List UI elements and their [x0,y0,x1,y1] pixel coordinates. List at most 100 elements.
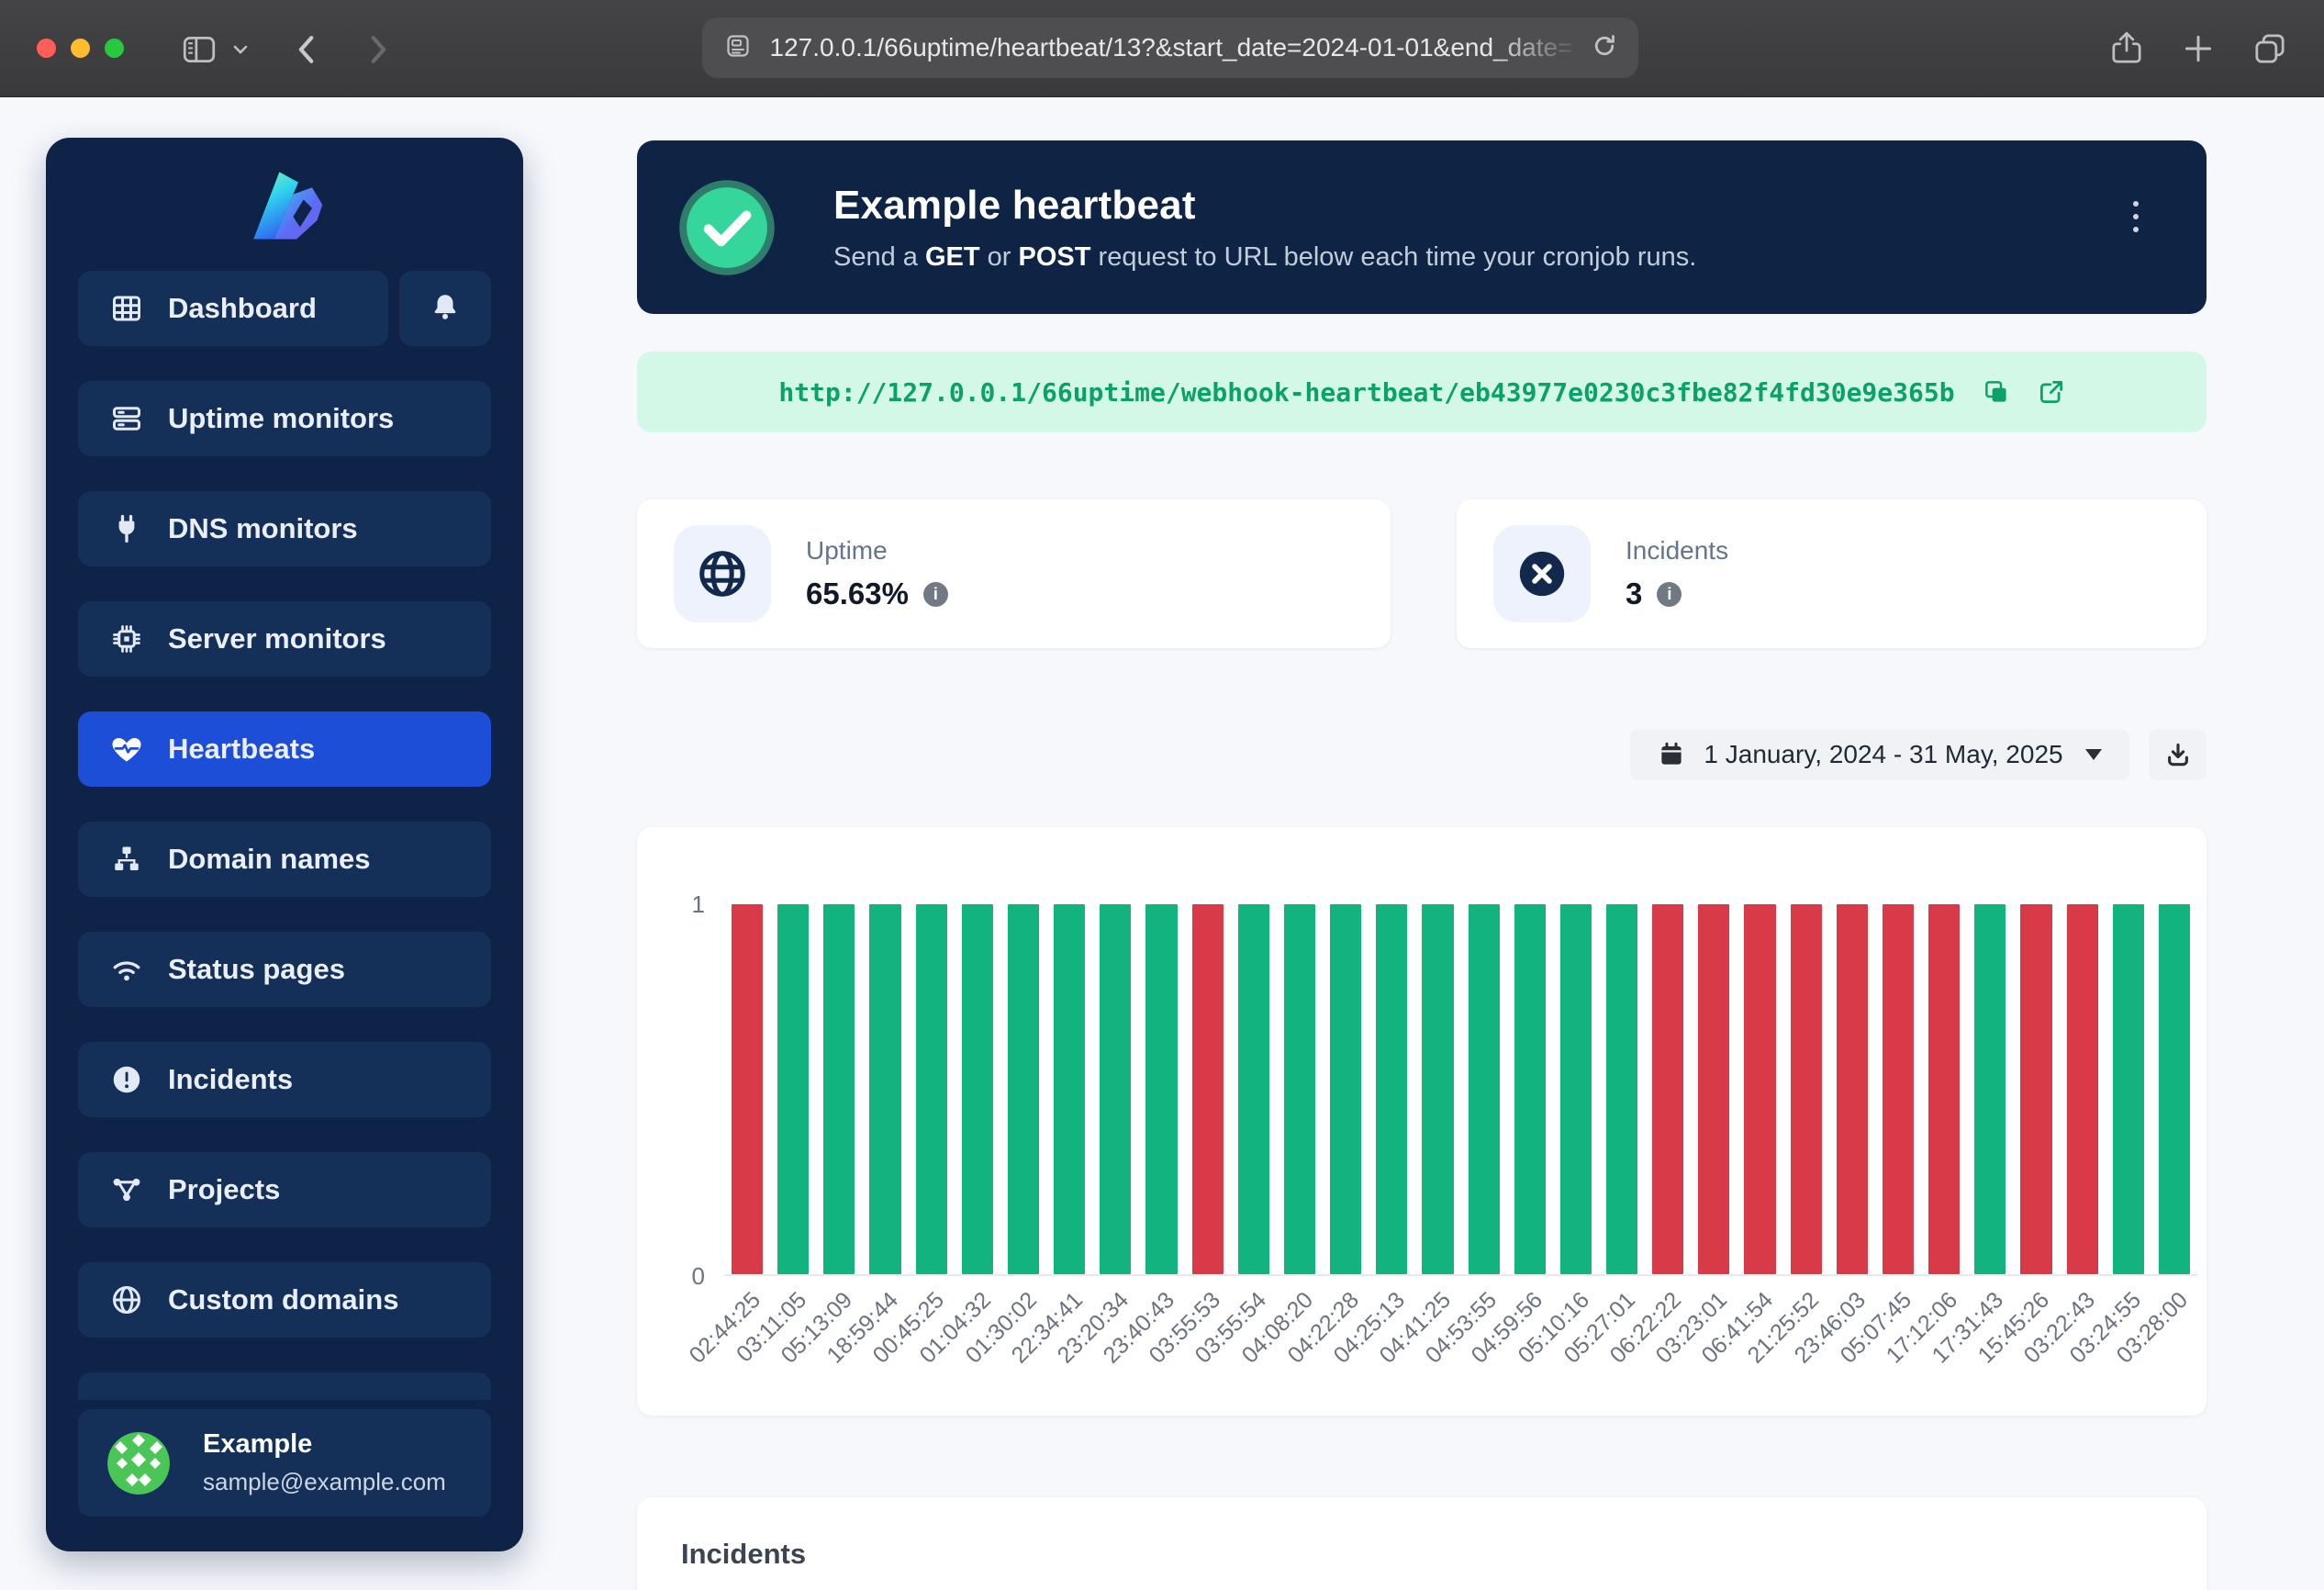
wifi-icon [109,952,144,987]
globe-icon [696,547,749,600]
sidebar-item-heartbeats[interactable]: Heartbeats [78,711,491,787]
incidents-section-title: Incidents [681,1538,2162,1571]
chart-bar-down[interactable] [1791,904,1822,1274]
back-button[interactable] [292,31,323,68]
incidents-section: Incidents [637,1497,2207,1590]
chart-bar-up[interactable] [2113,904,2144,1274]
sidebar-item-server-monitors[interactable]: Server monitors [78,601,491,677]
circle-x-icon [1515,547,1569,600]
sidebar-item-incidents[interactable]: Incidents [78,1042,491,1117]
plug-icon [109,511,144,546]
chart-bar-up[interactable] [916,904,947,1274]
chevron-down-icon[interactable] [231,40,250,59]
chart-bar-up[interactable] [2159,904,2190,1274]
notifications-button[interactable] [399,271,491,346]
external-link-icon[interactable] [2038,378,2065,406]
date-range-picker[interactable]: 1 January, 2024 - 31 May, 2025 [1630,729,2129,780]
chart-bar-down[interactable] [1837,904,1868,1274]
date-range-text: 1 January, 2024 - 31 May, 2025 [1704,740,2062,769]
window-controls [37,39,124,58]
webhook-url[interactable]: http://127.0.0.1/66uptime/webhook-heartb… [778,377,1954,408]
sidebar-item-projects[interactable]: Projects [78,1152,491,1227]
chart-bar-down[interactable] [1698,904,1729,1274]
chart-bar-up[interactable] [1054,904,1085,1274]
chart-bar-down[interactable] [1192,904,1223,1274]
calendar-icon [1658,741,1685,768]
sidebar-toggle-icon[interactable] [180,30,218,69]
chart-bar-up[interactable] [1974,904,2006,1274]
share-nodes-icon [109,1172,144,1207]
incidents-stat-card: Incidents 3 i [1457,499,2207,648]
chart-bar-up[interactable] [1469,904,1500,1274]
chart-bar-up[interactable] [1330,904,1361,1274]
copy-icon[interactable] [1983,378,2010,406]
app-logo [243,163,326,246]
chart-bar-down[interactable] [1883,904,1914,1274]
chart-bar-up[interactable] [1100,904,1131,1274]
incidents-icon-tile [1493,525,1591,622]
tab-overview-icon[interactable] [2251,29,2289,73]
chart-bar-up[interactable] [1238,904,1269,1274]
chart-bar-down[interactable] [1744,904,1775,1274]
sidebar-item-status-pages[interactable]: Status pages [78,932,491,1007]
incidents-label: Incidents [1626,536,1728,565]
download-button[interactable] [2149,729,2207,780]
sidebar-item-label: Dashboard [168,292,317,325]
uptime-stat-card: Uptime 65.63% i [637,499,1391,648]
uptime-value: 65.63% [806,577,909,611]
chart-bar-up[interactable] [1376,904,1407,1274]
sidebar-item-partial[interactable] [78,1372,491,1400]
chart-bar-up[interactable] [1514,904,1546,1274]
chart-bar-down[interactable] [2067,904,2098,1274]
chart-bar-up[interactable] [1560,904,1592,1274]
method-post: POST [1019,242,1091,272]
more-options-button[interactable] [2126,194,2146,240]
sidebar-item-dns-monitors[interactable]: DNS monitors [78,491,491,566]
info-icon[interactable]: i [1657,582,1682,607]
sidebar-item-label: Server monitors [168,622,386,655]
chart-bar-down[interactable] [732,904,763,1274]
sidebar-item-custom-domains[interactable]: Custom domains [78,1262,491,1338]
chart-bar-up[interactable] [1606,904,1637,1274]
browser-toolbar: 127.0.0.1/66uptime/heartbeat/13?&start_d… [0,0,2324,97]
exclamation-circle-icon [109,1062,144,1097]
url-text[interactable]: 127.0.0.1/66uptime/heartbeat/13?&start_d… [752,33,1591,62]
new-tab-icon[interactable] [2179,29,2218,73]
reload-icon[interactable] [1591,32,1618,64]
sidebar-item-label: Status pages [168,953,345,986]
cpu-icon [109,621,144,656]
page-settings-icon[interactable] [724,32,752,64]
chart-bar-up[interactable] [869,904,900,1274]
sidebar-item-domain-names[interactable]: Domain names [78,822,491,897]
user-profile[interactable]: Example sample@example.com [78,1409,491,1517]
chart-bar-down[interactable] [1928,904,1960,1274]
uptime-icon-tile [674,525,771,622]
chart-bar-up[interactable] [962,904,993,1274]
chart-bar-up[interactable] [1284,904,1315,1274]
chart-bar-down[interactable] [2020,904,2051,1274]
chart-bar-up[interactable] [777,904,809,1274]
webhook-url-bar: http://127.0.0.1/66uptime/webhook-heartb… [637,352,2207,432]
sidebar-item-label: DNS monitors [168,512,358,545]
forward-button[interactable] [362,31,393,68]
info-icon[interactable]: i [923,582,948,607]
sidebar-item-label: Heartbeats [168,733,315,766]
sidebar-item-dashboard[interactable]: Dashboard [78,271,388,346]
chart-bar-up[interactable] [1145,904,1177,1274]
heart-pulse-icon [109,732,144,767]
chart-bar-down[interactable] [1652,904,1683,1274]
user-email: sample@example.com [203,1468,446,1496]
minimize-window-button[interactable] [71,39,90,58]
chart-x-labels: 02:44:2503:11:0505:13:0918:59:4400:45:25… [724,1283,2197,1403]
address-bar[interactable]: 127.0.0.1/66uptime/heartbeat/13?&start_d… [702,17,1638,78]
sidebar-item-uptime-monitors[interactable]: Uptime monitors [78,381,491,456]
zoom-window-button[interactable] [105,39,124,58]
share-icon[interactable] [2107,29,2146,73]
globe-icon [109,1282,144,1317]
chart-bar-up[interactable] [823,904,855,1274]
heartbeat-chart-card: 1 0 02:44:2503:11:0505:13:0918:59:4400:4… [637,827,2207,1416]
chart-bar-up[interactable] [1422,904,1453,1274]
close-window-button[interactable] [37,39,56,58]
page-title: Example heartbeat [833,183,1696,229]
chart-bar-up[interactable] [1008,904,1039,1274]
